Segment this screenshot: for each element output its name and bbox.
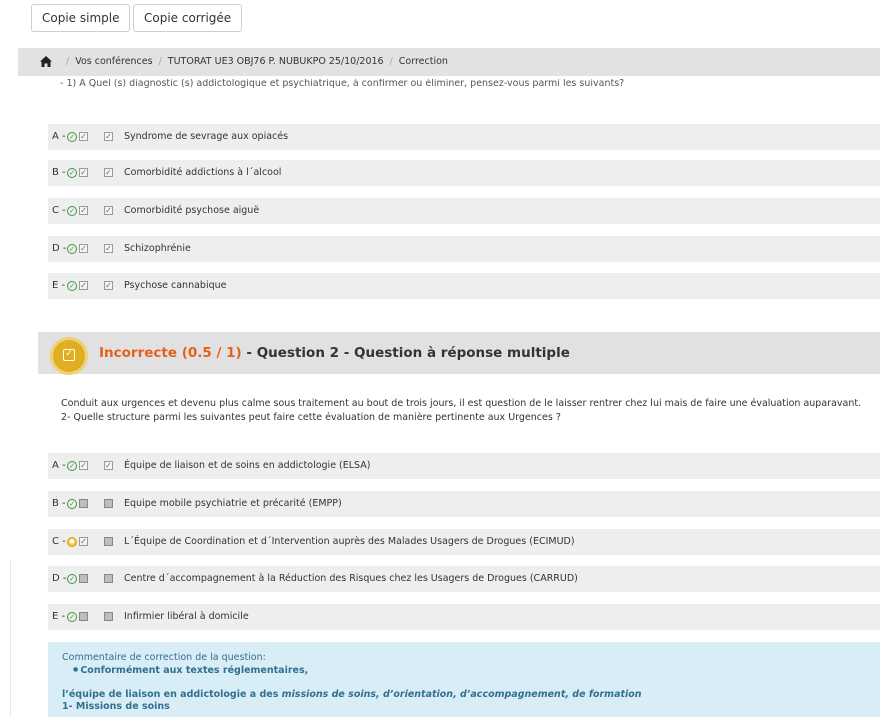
- answer-letter: E -: [52, 611, 66, 622]
- answer-checkbox: [104, 612, 113, 621]
- answer-text: Schizophrénie: [124, 243, 191, 254]
- q2-answer-a: A - ✓ ✓ ✓ Équipe de liaison et de soins …: [48, 453, 880, 479]
- answer-checkbox: ✓: [104, 132, 113, 141]
- copie-corrigee-button[interactable]: Copie corrigée: [133, 4, 243, 32]
- answer-letter: C -: [52, 536, 66, 547]
- q1-answer-b: B - ✓ ✓ ✓ Comorbidité addictions à l´alc…: [48, 160, 880, 186]
- answer-letter: B -: [52, 498, 66, 509]
- breadcrumb-item-conferences[interactable]: Vos conférences: [75, 56, 152, 67]
- q1-answer-e: E - ✓ ✓ ✓ Psychose cannabique: [48, 273, 880, 299]
- check-circle-icon: ✓: [67, 612, 77, 622]
- comment-label: Commentaire de correction de la question…: [62, 652, 266, 663]
- warning-circle-icon: ●: [67, 537, 77, 547]
- check-circle-icon: ✓: [67, 281, 77, 291]
- expected-checkbox: ✓: [79, 461, 88, 470]
- answer-letter: C -: [52, 205, 66, 216]
- comment-bullet: Conformément aux textes réglementaires,: [62, 664, 880, 677]
- question-text-line: Conduit aux urgences et devenu plus calm…: [61, 398, 862, 409]
- expected-checkbox: ✓: [79, 244, 88, 253]
- question-text-line: 2- Quelle structure parmi les suivantes …: [61, 412, 561, 423]
- question-status-badge: ✓: [50, 337, 88, 375]
- answer-checkbox: [104, 499, 113, 508]
- check-circle-icon: ✓: [67, 244, 77, 254]
- correction-comment: Commentaire de correction de la question…: [48, 642, 880, 717]
- check-circle-icon: ✓: [67, 499, 77, 509]
- q2-answer-b: B - ✓ Equipe mobile psychiatrie et préca…: [48, 491, 880, 517]
- answer-letter: A -: [52, 460, 66, 471]
- expected-checkbox: ✓: [79, 132, 88, 141]
- answer-text: Infirmier libéral à domicile: [124, 611, 249, 622]
- breadcrumb-item-tutorat[interactable]: TUTORAT UE3 OBJ76 P. NUBUKPO 25/10/2016: [168, 56, 384, 67]
- answer-text: Psychose cannabique: [124, 280, 227, 291]
- answer-checkbox: ✓: [104, 168, 113, 177]
- answer-letter: A -: [52, 131, 66, 142]
- question2-header: ✓ Incorrecte (0.5 / 1) - Question 2 - Qu…: [38, 332, 880, 375]
- comment-body: l’équipe de liaison en addictologie a de…: [62, 689, 880, 701]
- checkbox-icon: ✓: [63, 349, 75, 361]
- expected-checkbox: ✓: [79, 537, 88, 546]
- answer-text: L´Équipe de Coordination et d´Interventi…: [124, 536, 575, 547]
- answer-checkbox: ✓: [104, 281, 113, 290]
- expected-checkbox: [79, 499, 88, 508]
- expected-checkbox: [79, 574, 88, 583]
- answer-text: Équipe de liaison et de soins en addicto…: [124, 460, 371, 471]
- question1-text: - 1) A Quel (s) diagnostic (s) addictolo…: [60, 79, 625, 89]
- answer-checkbox: ✓: [104, 206, 113, 215]
- check-circle-icon: ✓: [67, 206, 77, 216]
- question-title: - Question 2 - Question à réponse multip…: [241, 345, 570, 361]
- q1-answer-a: A - ✓ ✓ ✓ Syndrome de sevrage aux opiacé…: [48, 124, 880, 150]
- answer-text: Comorbidité addictions à l´alcool: [124, 167, 282, 178]
- answer-letter: E -: [52, 280, 66, 291]
- breadcrumb-item-correction: Correction: [398, 56, 448, 67]
- answer-text: Equipe mobile psychiatrie et précarité (…: [124, 498, 342, 509]
- check-circle-icon: ✓: [67, 574, 77, 584]
- check-circle-icon: ✓: [67, 132, 77, 142]
- comment-cut-line: 1- Missions de soins: [62, 701, 170, 712]
- home-icon[interactable]: [40, 48, 52, 76]
- answer-checkbox: [104, 574, 113, 583]
- check-circle-icon: ✓: [67, 461, 77, 471]
- q1-answer-c: C - ✓ ✓ ✓ Comorbidité psychose aiguë: [48, 198, 880, 224]
- question-status: Incorrecte (0.5 / 1): [99, 345, 242, 361]
- answer-letter: B -: [52, 167, 66, 178]
- answer-checkbox: ✓: [104, 244, 113, 253]
- expected-checkbox: [79, 612, 88, 621]
- q2-answer-c: C - ● ✓ L´Équipe de Coordination et d´In…: [48, 529, 880, 555]
- answer-letter: D -: [52, 243, 67, 254]
- left-panel-edge: [0, 560, 11, 717]
- check-circle-icon: ✓: [67, 168, 77, 178]
- question2-title: Incorrecte (0.5 / 1) - Question 2 - Ques…: [99, 332, 570, 374]
- q2-answer-e: E - ✓ Infirmier libéral à domicile: [48, 604, 880, 630]
- expected-checkbox: ✓: [79, 168, 88, 177]
- copie-simple-button[interactable]: Copie simple: [31, 4, 131, 32]
- question2-text: Conduit aux urgences et devenu plus calm…: [61, 397, 876, 425]
- answer-text: Comorbidité psychose aiguë: [124, 205, 260, 216]
- comment-body-italic: missions de soins, d’orientation, d’acco…: [281, 689, 642, 700]
- answer-checkbox: ✓: [104, 461, 113, 470]
- comment-body-start: l’équipe de liaison en addictologie a de…: [62, 689, 282, 700]
- expected-checkbox: ✓: [79, 206, 88, 215]
- answer-letter: D -: [52, 573, 67, 584]
- q2-answer-d: D - ✓ Centre d´accompagnement à la Réduc…: [48, 566, 880, 592]
- q1-answer-d: D - ✓ ✓ ✓ Schizophrénie: [48, 236, 880, 262]
- answer-checkbox: [104, 537, 113, 546]
- answer-text: Centre d´accompagnement à la Réduction d…: [124, 573, 578, 584]
- expected-checkbox: ✓: [79, 281, 88, 290]
- answer-text: Syndrome de sevrage aux opiacés: [124, 131, 289, 142]
- breadcrumb: / Vos conférences / TUTORAT UE3 OBJ76 P. NU…: [18, 48, 880, 76]
